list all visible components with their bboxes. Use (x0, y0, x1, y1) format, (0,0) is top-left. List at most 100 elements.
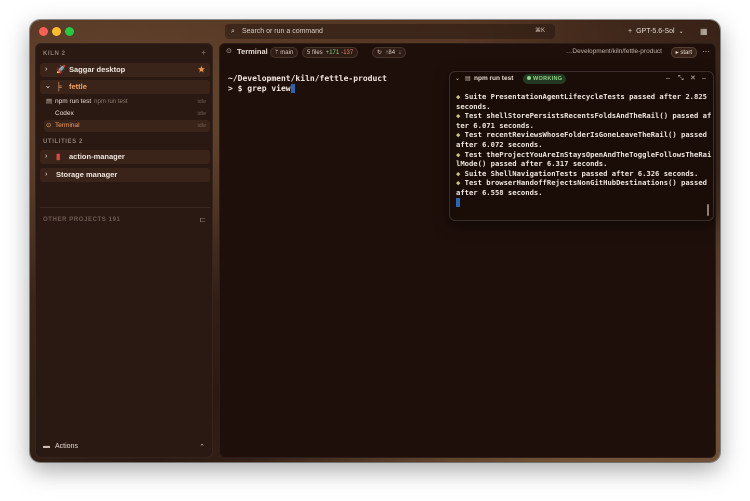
actions-icon: ▬ (43, 443, 50, 450)
close-icon[interactable]: ✕ (690, 72, 696, 86)
chevron-right-icon: › (45, 66, 48, 73)
action-manager-icon: ▮ (56, 152, 61, 161)
more-options-icon[interactable]: ⋯ (702, 44, 710, 60)
terminal-cwd-line: ~/Development/kiln/fettle-product (228, 74, 387, 83)
app-window: ⌕ Search or run a command ⌘K + GPT-5.6-So… (30, 20, 720, 462)
title-bar: ⌕ Search or run a command ⌘K + GPT-5.6-So… (30, 20, 720, 42)
kiln-section-header: KILN 2 (43, 51, 66, 57)
terminal-tab-icon: ▤ (465, 76, 471, 82)
status-dot (527, 76, 531, 80)
prompt-text: > $ grep view (228, 84, 291, 93)
diamond-icon: ◆ (456, 168, 461, 178)
ahead-count: 84 (388, 50, 396, 56)
terminal-tab-icon: ▤ (46, 98, 53, 105)
status-label: idle (197, 123, 206, 129)
npm-panel-title: npm run test (474, 75, 514, 82)
utility-action-manager[interactable]: › ▮ action-manager (40, 150, 210, 164)
output-text: Test theProjectYouAreInStaysOpenAndTheTo… (456, 149, 712, 169)
output-cursor-line (456, 197, 712, 209)
output-line: ◆ Test recentReviewsWhoseFolderIsGoneLea… (456, 130, 712, 149)
chevron-right-icon: › (45, 171, 48, 178)
working-directory-path: …Development/kiln/fettle-product (565, 48, 662, 55)
fettle-icon: ╞ (56, 82, 62, 91)
npm-run-test-panel: ⌄ ▤ npm run test WORKING – ⤡ ✕ – ◆ Suite… (449, 71, 714, 221)
start-label: start (680, 50, 692, 56)
sidebar: KILN 2 + › 🚀 Saggar desktop ★ ⌄ ╞ fettle… (35, 43, 213, 458)
output-line: ◆ Test shellStorePersistsRecentsFoldsAnd… (456, 111, 712, 130)
project-label: fettle (69, 82, 87, 91)
chevron-up-icon[interactable]: ⌃ (199, 443, 205, 451)
output-line: ◆ Test theProjectYouAreInStaysOpenAndThe… (456, 150, 712, 169)
terminal-icon: ⊙ (46, 122, 52, 129)
sidebar-item-terminal[interactable]: ⊙ Terminal idle (44, 120, 210, 132)
minimize-window-button[interactable] (52, 27, 61, 36)
add-project-icon[interactable]: + (201, 48, 206, 57)
terminal-prompt-line: > $ grep view (228, 84, 387, 94)
diamond-icon: ◆ (456, 149, 461, 159)
expand-icon[interactable]: ⤡ (678, 72, 684, 86)
zoom-window-button[interactable] (65, 27, 74, 36)
terminal-icon: ⊙ (226, 48, 232, 55)
item-label: Terminal (55, 122, 80, 129)
diamond-icon: ◆ (456, 178, 461, 188)
sidebar-item-codex[interactable]: Codex idle (44, 108, 210, 120)
output-text: Suite ShellNavigationTests passed after … (464, 168, 699, 178)
terminal-output[interactable]: ~/Development/kiln/fettle-product > $ gr… (228, 74, 387, 94)
output-cursor (456, 197, 460, 207)
folder-icon[interactable]: ⊏ (199, 215, 206, 224)
diff-stats-pill[interactable]: 5 files +171 -137 (302, 47, 359, 58)
terminal-toolbar: ⊙ Terminal ᛘ main 5 files +171 -137 ↻ ↑84 … (220, 44, 717, 60)
lines-removed: -137 (341, 50, 354, 56)
sidebar-item-npm-run-test[interactable]: ▤ npm run test npm run test idle (44, 96, 210, 108)
project-label: Saggar desktop (69, 65, 126, 74)
calendar-icon[interactable]: ▦ (700, 24, 710, 39)
command-search-bar[interactable]: ⌕ Search or run a command ⌘K (225, 24, 555, 39)
diamond-icon: ◆ (456, 111, 461, 121)
rocket-icon: 🚀 (56, 65, 66, 74)
refresh-icon: ↻ (377, 50, 383, 56)
minimize-icon[interactable]: – (666, 72, 670, 86)
close-window-button[interactable] (39, 27, 48, 36)
output-text: Suite PresentationAgentLifecycleTests pa… (456, 92, 712, 111)
sync-pill[interactable]: ↻ ↑84 ↓ (372, 47, 407, 58)
sparkle-icon: + (628, 28, 633, 35)
diamond-icon: ◆ (456, 92, 461, 101)
command-shortcut: ⌘K (534, 28, 545, 34)
actions-menu[interactable]: ▬ Actions (43, 443, 78, 450)
utility-storage-manager[interactable]: › Storage manager (40, 168, 210, 182)
actions-label: Actions (55, 443, 78, 450)
npm-output[interactable]: ◆ Suite PresentationAgentLifecycleTests … (456, 92, 712, 208)
scrollbar[interactable] (707, 204, 709, 216)
output-line: ◆ Suite PresentationAgentLifecycleTests … (456, 92, 712, 111)
utilities-section-header: UTILITIES 2 (43, 139, 83, 145)
item-label: npm run test (55, 98, 92, 105)
project-saggar-desktop[interactable]: › 🚀 Saggar desktop ★ (40, 63, 210, 77)
npm-panel-header: ⌄ ▤ npm run test WORKING – ⤡ ✕ – (450, 72, 715, 86)
collapse-icon[interactable]: – (702, 72, 706, 86)
project-fettle[interactable]: ⌄ ╞ fettle (40, 80, 210, 94)
sidebar-divider (40, 207, 210, 208)
model-selector[interactable]: + GPT-5.6-Sol ⌄ (628, 24, 684, 39)
panel-title: Terminal (237, 47, 268, 56)
play-icon: ▸ (675, 50, 679, 56)
chevron-right-icon: › (45, 153, 48, 160)
item-sublabel: npm run test (94, 99, 128, 105)
star-icon[interactable]: ★ (198, 63, 205, 77)
status-label: idle (197, 111, 206, 117)
chevron-down-icon[interactable]: ⌄ (455, 72, 460, 86)
model-label: GPT-5.6-Sol (636, 28, 675, 35)
branch-label: main (280, 50, 294, 56)
status-label: WORKING (533, 76, 563, 82)
start-button[interactable]: ▸ start (670, 47, 697, 58)
output-line: ◆ Suite ShellNavigationTests passed afte… (456, 169, 712, 179)
branch-pill[interactable]: ᛘ main (270, 47, 299, 58)
utility-label: Storage manager (56, 170, 118, 179)
arrow-down-icon: ↓ (398, 50, 402, 56)
status-badge: WORKING (523, 74, 567, 84)
diamond-icon: ◆ (456, 130, 461, 140)
terminal-cursor (290, 84, 296, 93)
status-label: idle (197, 99, 206, 105)
other-projects-toggle[interactable]: OTHER PROJECTS 191 (43, 217, 121, 223)
files-count: 5 files (307, 50, 323, 56)
chevron-down-icon: ⌄ (678, 29, 684, 35)
